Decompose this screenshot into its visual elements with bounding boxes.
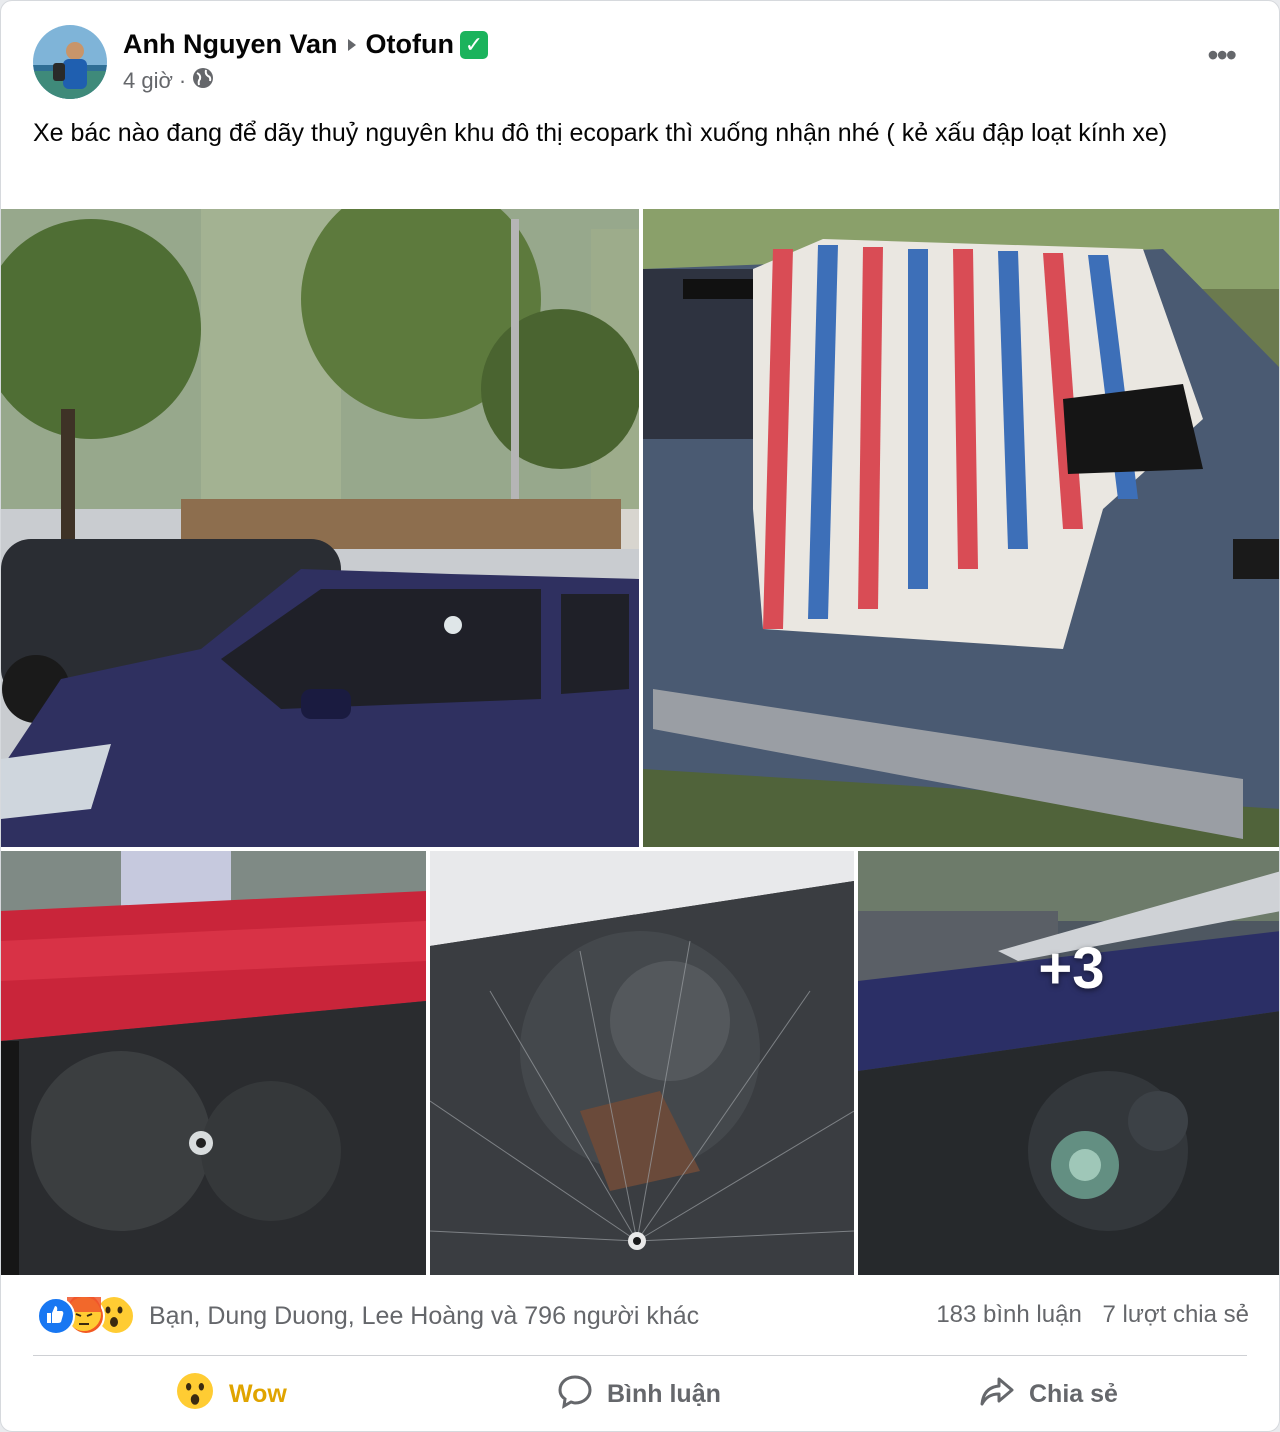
more-options-button[interactable]: ••• [1207,39,1237,71]
wow-icon [177,1372,213,1416]
meta-separator: · [178,68,187,93]
photo-pickup-truck[interactable] [643,209,1279,847]
group-name[interactable]: Otofun [366,29,454,60]
share-icon [979,1373,1015,1416]
action-bar: Wow Bình luận Chia sẻ [1,1361,1279,1427]
check-badge-icon: ✓ [460,30,488,59]
photo-shattered-window[interactable] [430,851,854,1275]
caret-right-icon [346,29,358,60]
comment-label: Bình luận [607,1379,721,1408]
like-icon [37,1297,75,1335]
divider [33,1355,1247,1356]
post-meta: 4 giờ · [123,67,214,95]
photo-red-car-window[interactable] [1,851,426,1275]
comment-count[interactable]: 183 bình luận [936,1301,1081,1328]
wow-reaction-button[interactable]: Wow [177,1369,287,1419]
share-count[interactable]: 7 lượt chia sẻ [1102,1301,1249,1328]
author-line: Anh Nguyen Van Otofun ✓ [123,29,488,60]
comment-icon [557,1373,593,1416]
globe-icon [192,67,214,95]
post-caption: Xe bác nào đang để dãy thuỷ nguyên khu đ… [33,119,1168,147]
post-card: Anh Nguyen Van Otofun ✓ 4 giờ · ••• Xe b… [0,0,1280,1432]
reaction-summary[interactable]: Bạn, Dung Duong, Lee Hoàng và 796 người … [37,1297,699,1335]
photo-blue-car[interactable] [1,209,639,847]
more-photos-count[interactable]: +3 [858,851,1279,1275]
photo-blue-car-window[interactable]: +3 [858,851,1279,1275]
post-time[interactable]: 4 giờ [123,68,173,94]
author-name[interactable]: Anh Nguyen Van [123,29,338,60]
author-avatar[interactable] [33,25,107,99]
reaction-names[interactable]: Bạn, Dung Duong, Lee Hoàng và 796 người … [149,1302,699,1331]
share-button[interactable]: Chia sẻ [979,1369,1118,1419]
post-stats: 183 bình luận 7 lượt chia sẻ [922,1301,1249,1329]
wow-label: Wow [229,1379,287,1408]
share-label: Chia sẻ [1029,1379,1118,1408]
comment-button[interactable]: Bình luận [557,1369,721,1419]
